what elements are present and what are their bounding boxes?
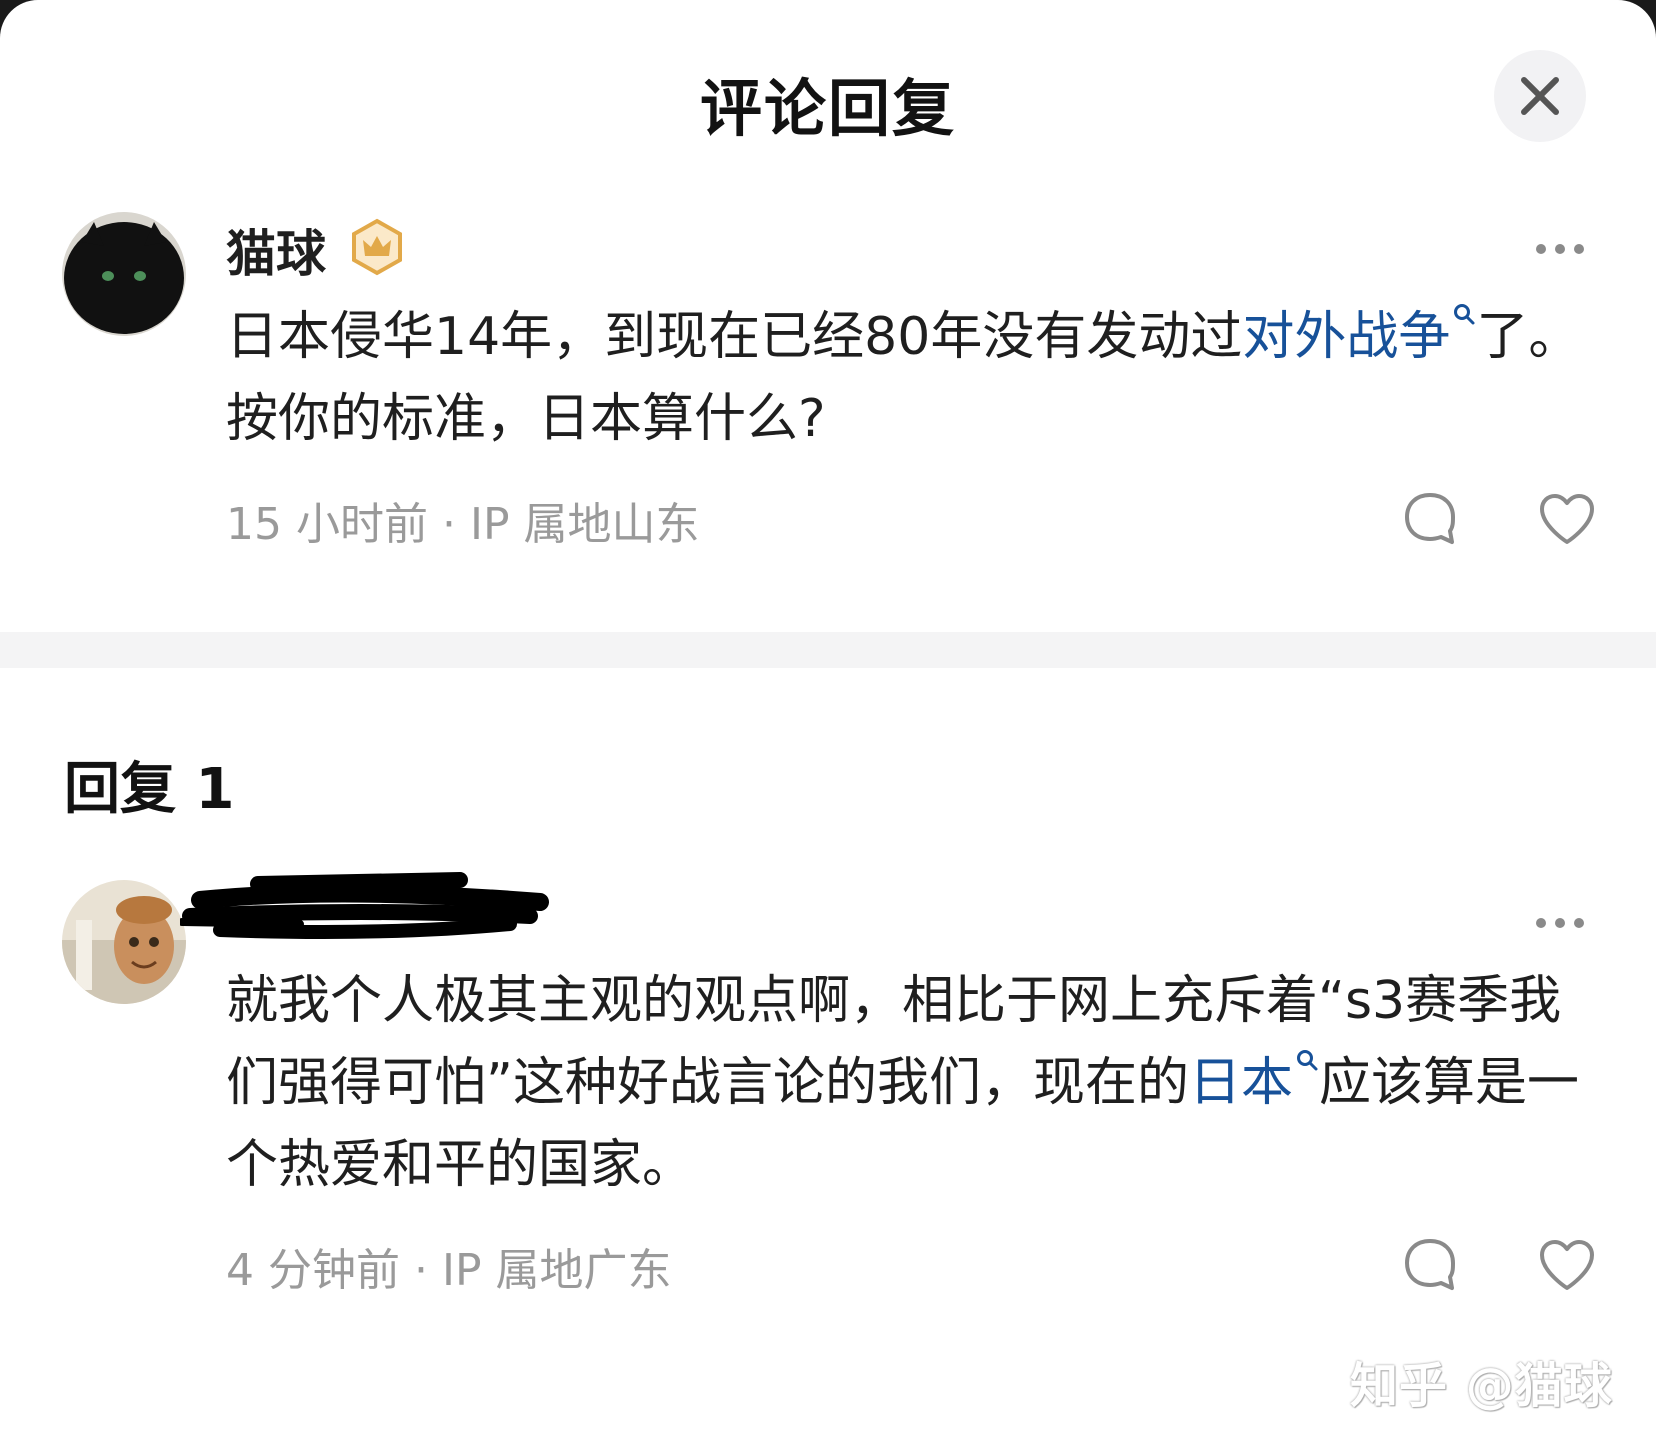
close-icon bbox=[1521, 77, 1559, 115]
replier-avatar[interactable] bbox=[62, 880, 186, 1004]
heart-icon[interactable] bbox=[1538, 492, 1596, 546]
comment-text: 日本侵华14年，到现在已经80年没有发动过对外战争 了。按你的标准，日本算什么? bbox=[226, 296, 1586, 460]
crown-badge-icon bbox=[352, 218, 402, 276]
reply-meta: 4 分钟前 · IP 属地广东 bbox=[226, 1234, 671, 1298]
heart-icon[interactable] bbox=[1538, 1238, 1596, 1292]
comment-time: 15 小时前 bbox=[226, 499, 428, 550]
reply-count-heading: 回复 1 bbox=[64, 757, 235, 822]
reply-search-link[interactable]: 日本 bbox=[1188, 1050, 1319, 1113]
comment-bubble-icon[interactable] bbox=[1402, 490, 1458, 546]
meta-separator: · bbox=[413, 1245, 428, 1296]
comment-reply-sheet: 评论回复 猫球 日本侵华14年，到现在已经80年没有发动过对外战争 了。按你的标准… bbox=[0, 0, 1656, 1438]
reply-ip-location: IP 属地广东 bbox=[441, 1245, 672, 1296]
comment-meta: 15 小时前 · IP 属地山东 bbox=[226, 488, 699, 552]
commenter-name[interactable]: 猫球 bbox=[226, 214, 326, 286]
more-dots-icon bbox=[1536, 918, 1584, 928]
comment-more-button[interactable] bbox=[1534, 224, 1586, 264]
reply-text: 就我个人极其主观的观点啊，相比于网上充斥着“s3赛季我们强得可怕”这种好战言论的… bbox=[226, 960, 1586, 1206]
section-divider bbox=[0, 632, 1656, 668]
search-icon bbox=[1454, 304, 1475, 325]
comment-search-link[interactable]: 对外战争 bbox=[1242, 304, 1476, 367]
search-icon bbox=[1296, 1050, 1318, 1071]
zhihu-watermark: 知乎 @猫球 bbox=[1350, 1358, 1613, 1414]
more-dots-icon bbox=[1536, 244, 1584, 254]
comment-link-text: 对外战争 bbox=[1242, 307, 1451, 367]
reply-link-text: 日本 bbox=[1188, 1053, 1293, 1113]
comment-ip-location: IP 属地山东 bbox=[469, 499, 700, 550]
close-button[interactable] bbox=[1494, 50, 1586, 142]
commenter-avatar[interactable] bbox=[62, 212, 186, 336]
redacted-username-scribble bbox=[180, 872, 549, 939]
comment-text-before: 日本侵华14年，到现在已经80年没有发动过 bbox=[226, 307, 1243, 367]
reply-time: 4 分钟前 bbox=[226, 1245, 400, 1296]
meta-separator: · bbox=[441, 499, 456, 550]
comment-bubble-icon[interactable] bbox=[1402, 1236, 1458, 1292]
reply-more-button[interactable] bbox=[1534, 898, 1586, 938]
sheet-title: 评论回复 bbox=[699, 72, 956, 145]
